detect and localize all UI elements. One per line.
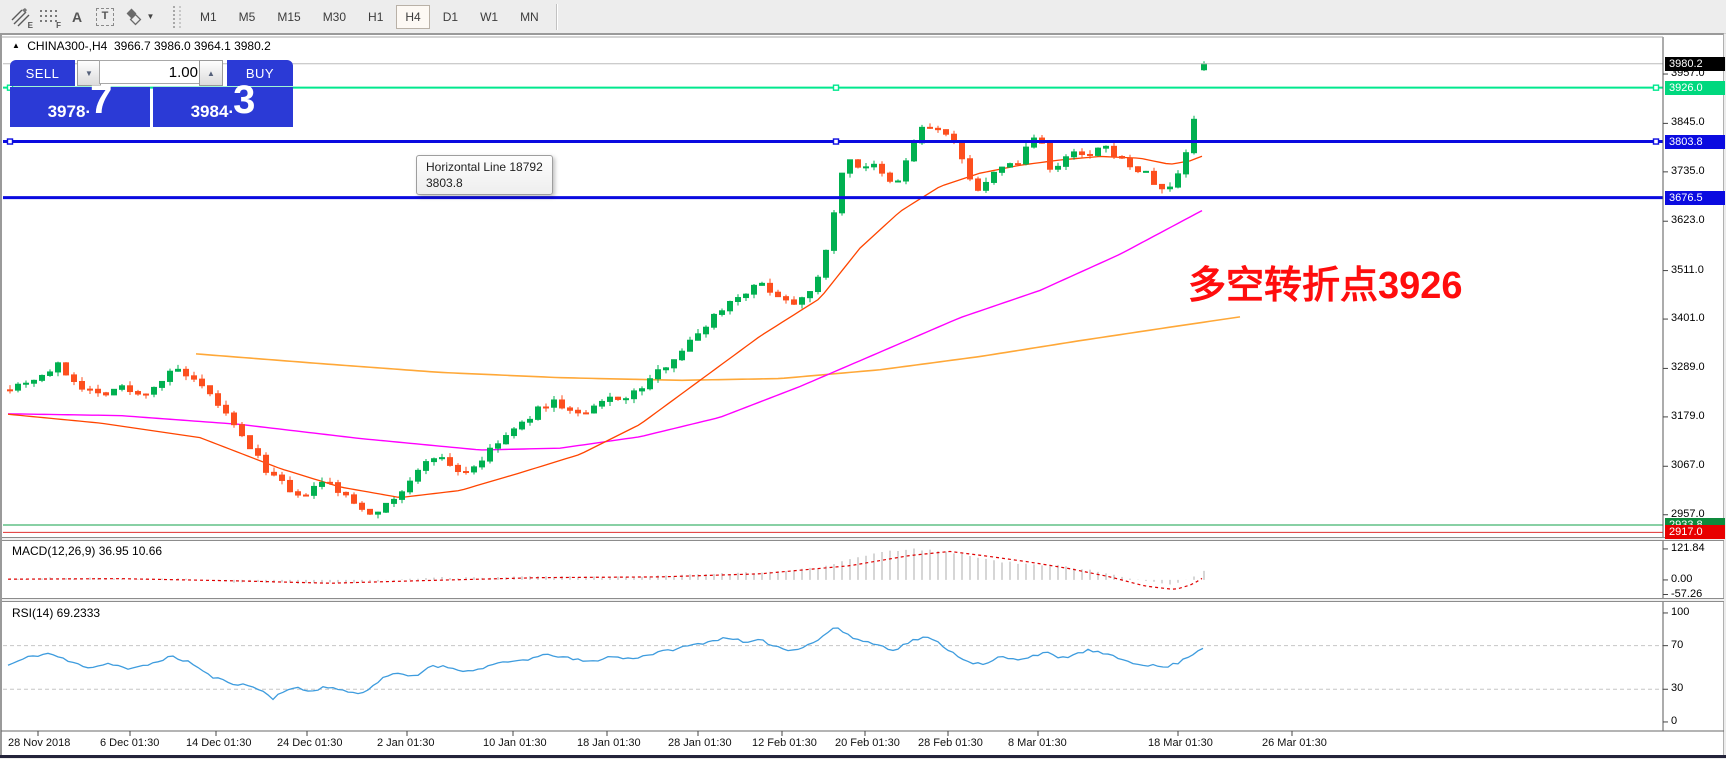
time-axis-label: 28 Feb 01:30	[918, 737, 983, 749]
time-axis-label: 28 Nov 2018	[8, 737, 70, 749]
macd-label: MACD(12,26,9) 36.95 10.66	[12, 544, 162, 558]
price-badge: 3676.5	[1665, 191, 1725, 205]
price-tick: 3511.0	[1671, 264, 1704, 276]
macd-tick: 121.84	[1671, 542, 1705, 554]
time-axis-label: 6 Dec 01:30	[100, 737, 159, 749]
price-tick: 3623.0	[1671, 214, 1705, 226]
time-axis-label: 14 Dec 01:30	[186, 737, 251, 749]
time-axis-label: 26 Mar 01:30	[1262, 737, 1327, 749]
price-badge: 3980.2	[1665, 57, 1725, 71]
macd-tick: 0.00	[1671, 573, 1692, 585]
price-badge: 3803.8	[1665, 135, 1725, 149]
one-click-trading-panel: SELL ▼ ▲ BUY 3978.7 3984.3	[10, 60, 293, 127]
macd-tick: -57.26	[1671, 588, 1702, 600]
tooltip-line2: 3803.8	[426, 175, 543, 191]
sell-price-fraction: .7	[85, 83, 112, 125]
rsi-label: RSI(14) 69.2333	[12, 606, 100, 620]
symbol-triangle-icon: ▲	[12, 41, 20, 50]
price-badge: 3926.0	[1665, 81, 1725, 95]
rsi-tick: 70	[1671, 639, 1683, 651]
chart-ohlc-values: 3966.7 3986.0 3964.1 3980.2	[114, 39, 271, 53]
rsi-tick: 30	[1671, 682, 1683, 694]
time-axis-label: 28 Jan 01:30	[668, 737, 732, 749]
price-badge: 2917.0	[1665, 525, 1725, 539]
mt4-application: E F A T ▼ M1M5M15M30H1H4D	[0, 0, 1726, 759]
chart-text-annotation[interactable]: 多空转折点3926	[1188, 254, 1463, 309]
buy-price-fraction: .3	[228, 83, 255, 125]
price-tick: 3845.0	[1671, 116, 1705, 128]
sell-price-main: 3978	[48, 102, 86, 122]
price-tick: 3067.0	[1671, 459, 1705, 471]
rsi-pane-separator[interactable]	[2, 598, 1724, 602]
time-axis-label: 10 Jan 01:30	[483, 737, 547, 749]
sell-button[interactable]: SELL	[10, 60, 75, 86]
volume-increase-button[interactable]: ▲	[199, 60, 223, 86]
buy-price-display[interactable]: 3984.3	[153, 87, 293, 127]
price-tick: 3289.0	[1671, 361, 1705, 373]
price-tick: 3401.0	[1671, 312, 1705, 324]
time-axis-label: 24 Dec 01:30	[277, 737, 342, 749]
rsi-tick: 100	[1671, 606, 1689, 618]
time-axis-label: 2 Jan 01:30	[377, 737, 435, 749]
window-bottom-border	[0, 755, 1726, 758]
rsi-tick: 0	[1671, 715, 1677, 727]
sell-price-display[interactable]: 3978.7	[10, 87, 150, 127]
time-axis-label: 8 Mar 01:30	[1008, 737, 1067, 749]
price-tick: 3735.0	[1671, 165, 1705, 177]
time-axis-label: 18 Jan 01:30	[577, 737, 641, 749]
time-axis-label: 20 Feb 01:30	[835, 737, 900, 749]
time-axis-label: 12 Feb 01:30	[752, 737, 817, 749]
horizontal-line-tooltip: Horizontal Line 18792 3803.8	[416, 155, 553, 195]
time-axis-label: 18 Mar 01:30	[1148, 737, 1213, 749]
volume-input[interactable]	[99, 60, 205, 84]
price-tick: 3179.0	[1671, 410, 1705, 422]
buy-price-main: 3984	[191, 102, 229, 122]
tooltip-line1: Horizontal Line 18792	[426, 159, 543, 175]
macd-pane-separator[interactable]	[2, 537, 1724, 541]
chart-symbol: CHINA300-,H4	[27, 39, 107, 53]
chart-title: ▲ CHINA300-,H4 3966.7 3986.0 3964.1 3980…	[12, 39, 271, 53]
